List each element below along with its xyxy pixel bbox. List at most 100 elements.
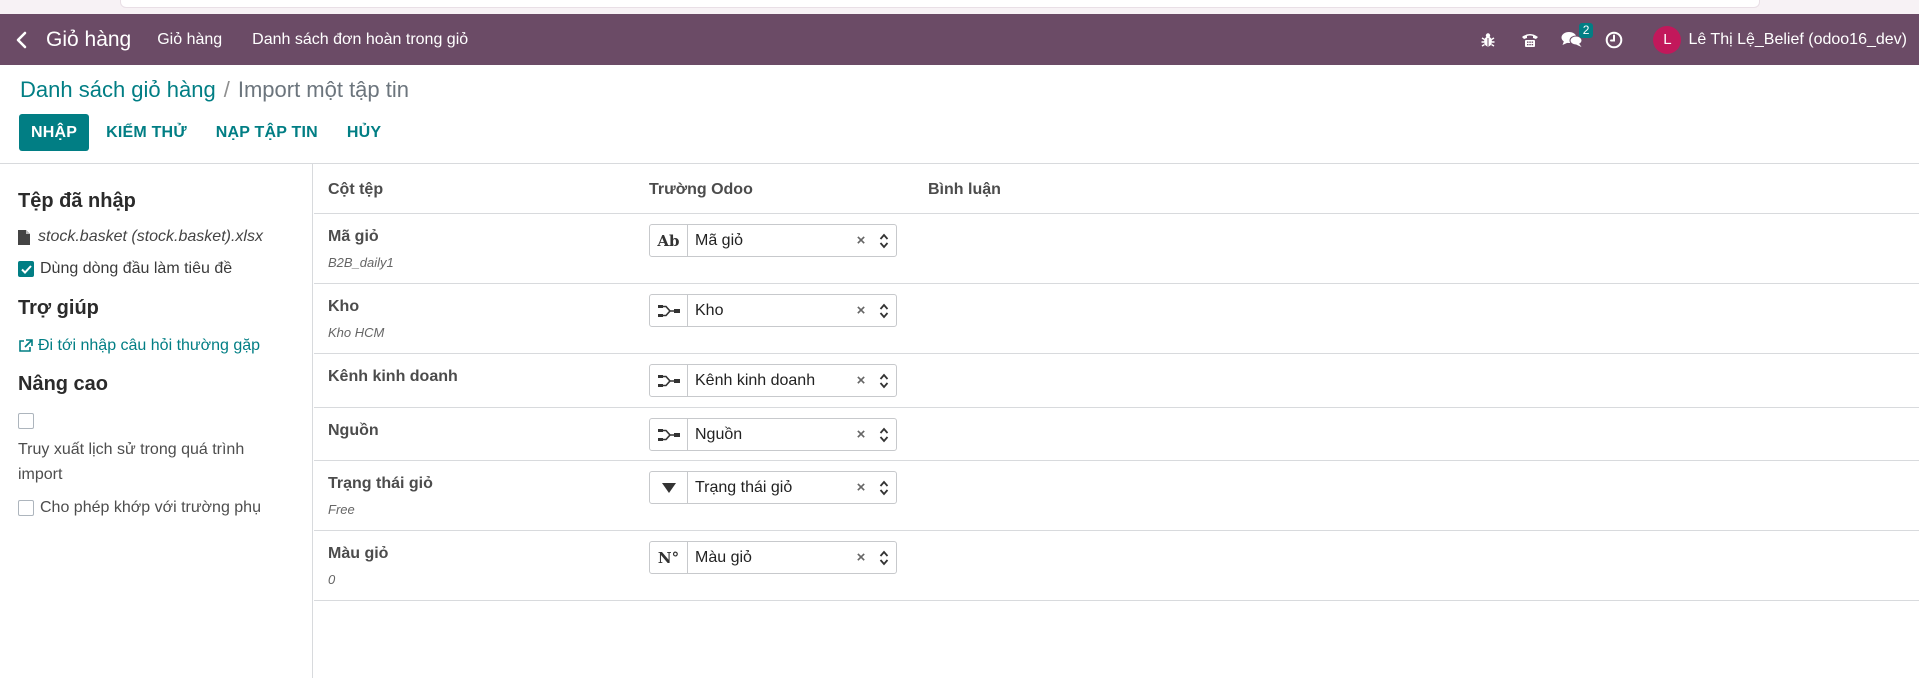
track-history-checkbox[interactable]: [18, 413, 34, 429]
file-icon: [18, 229, 30, 245]
breadcrumb: Danh sách giỏ hàng / Import một tập tin: [20, 77, 409, 103]
allow-subfields-checkbox[interactable]: [18, 499, 34, 516]
file-column-name: Mã giỏ: [328, 228, 379, 245]
avatar[interactable]: L: [1653, 25, 1682, 54]
table-row: Nguồn Nguồn ×: [314, 408, 1919, 461]
selection-icon: [650, 472, 688, 503]
control-panel: Danh sách giỏ hàng / Import một tập tin …: [0, 65, 1919, 164]
clear-icon[interactable]: ×: [850, 549, 872, 566]
first-row-header-checkbox[interactable]: [18, 261, 34, 277]
odoo-field-value: Trạng thái giỏ: [695, 478, 793, 496]
clear-icon[interactable]: ×: [850, 479, 872, 496]
odoo-field-select[interactable]: Trạng thái giỏ ×: [649, 471, 897, 504]
number-icon: N°: [650, 542, 688, 573]
help-heading: Trợ giúp: [18, 297, 99, 319]
option-first-row-header[interactable]: Dùng dòng đầu làm tiêu đề: [18, 260, 232, 278]
odoo-field-value: Màu giỏ: [695, 548, 752, 566]
clear-icon[interactable]: ×: [850, 426, 872, 443]
table-row: Kênh kinh doanh Kênh kinh doanh ×: [314, 354, 1919, 408]
header-file-column: Cột tệp: [328, 181, 384, 198]
relation-icon: [650, 419, 688, 450]
bug-icon: [1481, 32, 1495, 47]
sort-caret-icon[interactable]: [872, 550, 896, 566]
action-buttons: NHẬP KIỂM THỬ NẠP TẬP TIN HỦY: [19, 114, 393, 151]
file-column-sample: B2B_daily1: [328, 255, 394, 270]
sort-caret-icon[interactable]: [872, 427, 896, 443]
clear-icon[interactable]: ×: [850, 232, 872, 249]
table-row: Màu giỏ 0 N° Màu giỏ ×: [314, 531, 1919, 601]
sort-caret-icon[interactable]: [872, 480, 896, 496]
breadcrumb-separator: /: [223, 77, 230, 102]
test-button[interactable]: KIỂM THỬ: [94, 114, 199, 151]
user-menu[interactable]: Lê Thị Lệ_Belief (odoo16_dev): [1688, 31, 1907, 49]
imported-file: stock.basket (stock.basket).xlsx: [18, 228, 263, 246]
app-name[interactable]: Giỏ hàng: [46, 28, 131, 52]
sort-caret-icon[interactable]: [872, 373, 896, 389]
first-row-header-label: Dùng dòng đầu làm tiêu đề: [40, 260, 233, 277]
faq-link-label[interactable]: Đi tới nhập câu hỏi thường gặp: [38, 337, 260, 355]
advanced-heading: Nâng cao: [18, 373, 109, 395]
breadcrumb-current: Import một tập tin: [237, 77, 410, 102]
faq-link[interactable]: Đi tới nhập câu hỏi thường gặp: [18, 337, 260, 355]
systray: 2 L Lê Thị Lệ_Belief (odoo16_dev): [1467, 14, 1919, 65]
option-track-history[interactable]: Truy xuất lịch sử trong quá trình import: [18, 413, 244, 487]
table-row: Trạng thái giỏ Free Trạng thái giỏ ×: [314, 461, 1919, 531]
phone-button[interactable]: [1509, 14, 1551, 65]
odoo-field-select[interactable]: N° Màu giỏ ×: [649, 541, 897, 574]
messaging-button[interactable]: 2: [1551, 14, 1594, 65]
table-row: Kho Kho HCM Kho ×: [314, 284, 1919, 354]
sort-caret-icon[interactable]: [872, 233, 896, 249]
relation-icon: [650, 365, 688, 396]
phone-icon: [1522, 33, 1539, 47]
option-allow-subfields[interactable]: Cho phép khớp với trường phụ: [18, 495, 261, 520]
file-column-name: Kho: [328, 298, 360, 315]
import-sidebar: Tệp đã nhập stock.basket (stock.basket).…: [0, 164, 313, 678]
file-column-name: Trạng thái giỏ: [328, 475, 433, 492]
odoo-field-value: Kho: [695, 301, 724, 319]
clock-icon: [1606, 31, 1623, 48]
back-button[interactable]: [2, 14, 42, 65]
file-column-name: Nguồn: [328, 422, 379, 439]
breadcrumb-parent[interactable]: Danh sách giỏ hàng: [20, 77, 216, 103]
import-button[interactable]: NHẬP: [19, 114, 90, 151]
imported-file-heading: Tệp đã nhập: [18, 190, 136, 212]
debug-button[interactable]: [1467, 14, 1509, 65]
odoo-field-select[interactable]: Kênh kinh doanh ×: [649, 364, 897, 397]
address-bar[interactable]: [120, 0, 1760, 8]
activity-button[interactable]: [1593, 14, 1635, 65]
header-comments: Bình luận: [928, 181, 1001, 198]
header-odoo-field: Trường Odoo: [649, 181, 753, 198]
file-column-sample: Free: [328, 502, 355, 517]
file-name: stock.basket (stock.basket).xlsx: [38, 228, 263, 245]
odoo-field-value: Nguồn: [695, 425, 743, 443]
browser-chrome: [0, 0, 1919, 14]
track-history-label-line2: import: [18, 466, 63, 483]
external-link-icon: [19, 339, 33, 352]
file-column-sample: 0: [328, 572, 336, 587]
track-history-label-line1: Truy xuất lịch sử trong quá trình: [18, 441, 245, 458]
clear-icon[interactable]: ×: [850, 302, 872, 319]
file-column-name: Kênh kinh doanh: [328, 368, 458, 385]
odoo-field-select[interactable]: Kho ×: [649, 294, 897, 327]
message-count-badge: 2: [1578, 23, 1594, 38]
load-file-button[interactable]: NẠP TẬP TIN: [204, 114, 330, 151]
top-navbar: Giỏ hàng Giỏ hàng Danh sách đơn hoàn tro…: [0, 14, 1919, 65]
file-column-sample: Kho HCM: [328, 325, 385, 340]
odoo-field-value: Kênh kinh doanh: [695, 371, 816, 389]
chevron-left-icon: [16, 31, 27, 48]
menu-return-orders[interactable]: Danh sách đơn hoàn trong giỏ: [252, 31, 468, 49]
odoo-field-select[interactable]: Nguồn ×: [649, 418, 897, 451]
mapping-table: Cột tệp Trường Odoo Bình luận Mã giỏ B2B…: [314, 164, 1919, 678]
sort-caret-icon[interactable]: [872, 303, 896, 319]
odoo-field-select[interactable]: Ab Mã giỏ ×: [649, 224, 897, 257]
text-icon: Ab: [650, 225, 688, 256]
allow-subfields-label: Cho phép khớp với trường phụ: [40, 499, 261, 516]
table-header: Cột tệp Trường Odoo Bình luận: [314, 164, 1919, 214]
file-column-name: Màu giỏ: [328, 545, 389, 562]
clear-icon[interactable]: ×: [850, 372, 872, 389]
check-icon: [20, 264, 32, 274]
table-row: Mã giỏ B2B_daily1 Ab Mã giỏ ×: [314, 214, 1919, 284]
menu-basket[interactable]: Giỏ hàng: [157, 31, 222, 49]
cancel-button[interactable]: HỦY: [335, 114, 393, 151]
track-history-label: Truy xuất lịch sử trong quá trình import: [18, 437, 244, 487]
